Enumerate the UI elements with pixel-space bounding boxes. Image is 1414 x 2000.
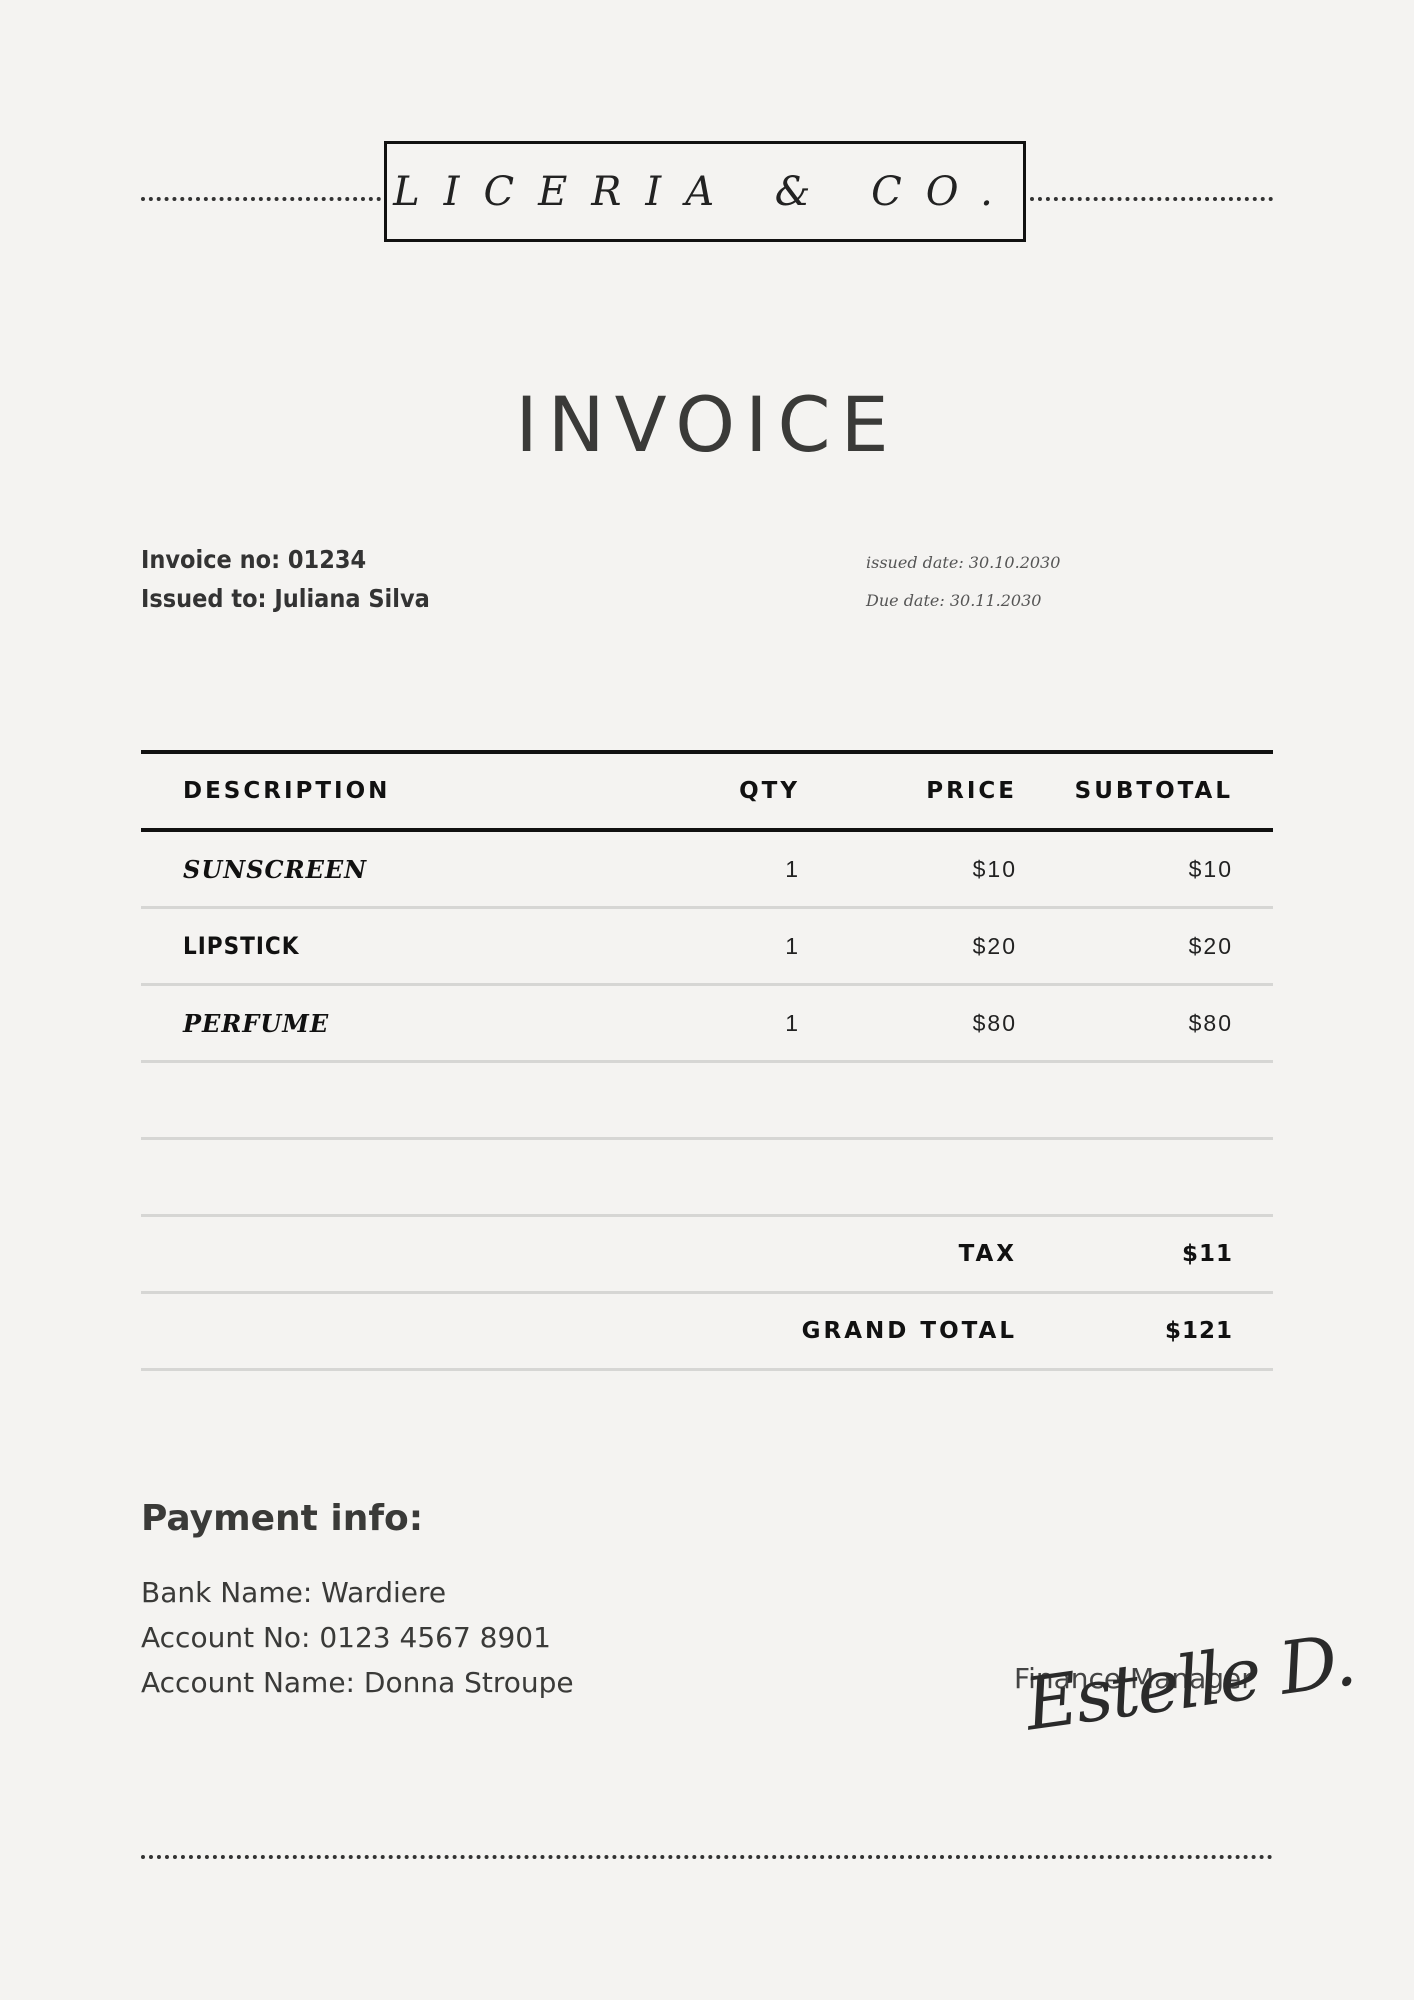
tax-label: TAX [958,1241,1017,1267]
header-description: DESCRIPTION [183,778,391,804]
item-price: $80 [972,1009,1017,1036]
item-subtotal: $80 [1188,1009,1233,1036]
table-row: PERFUME 1 $80 $80 [141,986,1273,1063]
table-row-empty [141,1063,1273,1140]
item-description: LIPSTICK [183,932,300,960]
issued-date: issued date: 30.10.2030 [866,553,1061,572]
footer-divider [141,1855,1273,1859]
grand-total-value: $121 [1164,1318,1233,1344]
grand-total-label: GRAND TOTAL [801,1318,1017,1344]
tax-row: TAX $11 [141,1217,1273,1294]
invoice-dates: issued date: 30.10.2030 Due date: 30.11.… [866,544,1060,620]
item-description: PERFUME [183,1008,330,1038]
issued-to: Issued to: Juliana Silva [141,584,430,613]
item-qty: 1 [785,855,800,882]
invoice-meta: Invoice no: 01234 Issued to: Juliana Sil… [141,540,430,618]
item-description: SUNSCREEN [183,854,368,884]
tax-value: $11 [1181,1241,1233,1267]
brand-name: LICERIA & CO. [393,168,1017,215]
table-row: LIPSTICK 1 $20 $20 [141,909,1273,986]
page-title: INVOICE [515,380,899,469]
table-row-empty [141,1140,1273,1217]
header-price: PRICE [926,778,1017,804]
item-price: $20 [972,932,1017,959]
invoice-number: Invoice no: 01234 [141,545,367,574]
item-qty: 1 [785,932,800,959]
bank-name: Bank Name: Wardiere [141,1576,447,1609]
header-subtotal: SUBTOTAL [1074,778,1233,804]
account-number: Account No: 0123 4567 8901 [141,1621,551,1654]
signature: Estelle D. [1019,1617,1359,1747]
table-header-row: DESCRIPTION QTY PRICE SUBTOTAL [141,754,1273,832]
due-date: Due date: 30.11.2030 [866,591,1042,610]
grand-total-row: GRAND TOTAL $121 [141,1294,1273,1371]
account-name: Account Name: Donna Stroupe [141,1666,574,1699]
item-qty: 1 [785,1009,800,1036]
payment-info-title: Payment info: [141,1498,424,1539]
item-price: $10 [972,855,1017,882]
item-subtotal: $20 [1188,932,1233,959]
brand-logo-box: LICERIA & CO. [384,141,1026,242]
header-qty: QTY [739,778,800,804]
header-divider-left [141,197,381,201]
payment-info: Bank Name: Wardiere Account No: 0123 456… [141,1570,574,1705]
header-divider-right [1030,197,1273,201]
invoice-table: DESCRIPTION QTY PRICE SUBTOTAL SUNSCREEN… [141,750,1273,1371]
item-subtotal: $10 [1188,855,1233,882]
table-row: SUNSCREEN 1 $10 $10 [141,832,1273,909]
